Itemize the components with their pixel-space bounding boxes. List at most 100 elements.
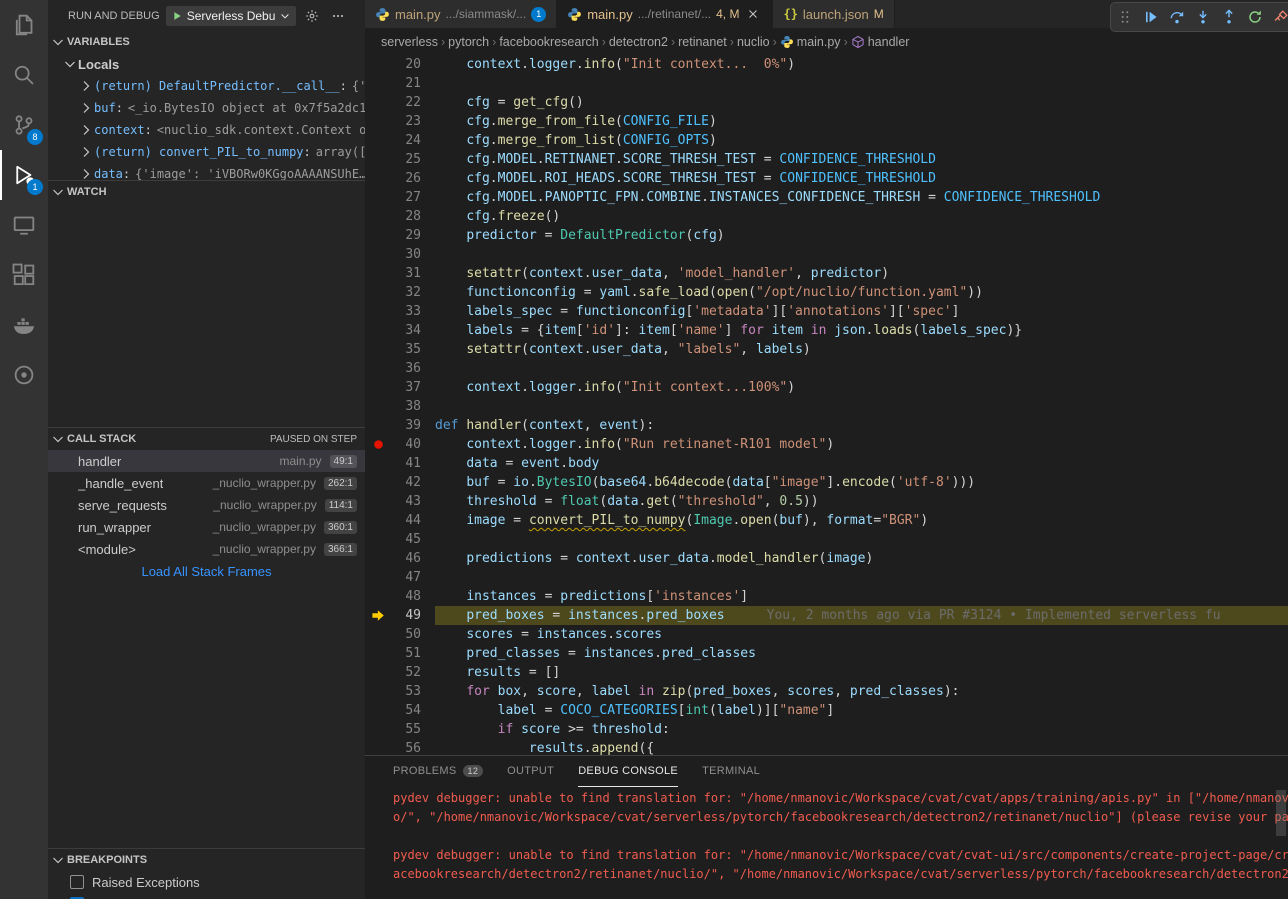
panel-tab-terminal[interactable]: TERMINAL (702, 756, 760, 787)
code-line-32[interactable]: 32 functionconfig = yaml.safe_load(open(… (365, 283, 1288, 302)
code-line-48[interactable]: 48 instances = predictions['instances'] (365, 587, 1288, 606)
activity-item-target[interactable] (0, 350, 48, 400)
gear-icon[interactable] (302, 6, 322, 26)
code-line-44[interactable]: 44 image = convert_PIL_to_numpy(Image.op… (365, 511, 1288, 530)
code-line-37[interactable]: 37 context.logger.info("Init context...1… (365, 378, 1288, 397)
code-line-47[interactable]: 47 (365, 568, 1288, 587)
variable-row[interactable]: data:{'image': 'iVBORw0KGgoAAAANSUhE… (48, 163, 365, 180)
editor-tab-launch-json[interactable]: {}launch.jsonM (773, 0, 894, 28)
panel-tab-output[interactable]: OUTPUT (507, 756, 554, 787)
code-line-51[interactable]: 51 pred_classes = instances.pred_classes (365, 644, 1288, 663)
activity-item-remote-explorer[interactable] (0, 200, 48, 250)
stack-frame[interactable]: handlermain.py49:1 (48, 450, 365, 472)
breadcrumb-item-facebookresearch[interactable]: facebookresearch (499, 35, 598, 49)
glyph-margin[interactable] (365, 682, 391, 701)
more-actions-icon[interactable] (328, 6, 348, 26)
variable-row[interactable]: context:<nuclio_sdk.context.Context obje… (48, 119, 365, 141)
glyph-margin[interactable] (365, 473, 391, 492)
glyph-margin[interactable] (365, 739, 391, 755)
glyph-margin[interactable] (365, 245, 391, 264)
variables-scope-locals[interactable]: Locals (48, 53, 365, 75)
continue-button[interactable] (1139, 5, 1163, 29)
code-line-39[interactable]: 39def handler(context, event): (365, 416, 1288, 435)
activity-item-docker[interactable] (0, 300, 48, 350)
step-over-button[interactable] (1165, 5, 1189, 29)
activity-item-extensions[interactable] (0, 250, 48, 300)
close-icon[interactable] (744, 5, 762, 23)
glyph-margin[interactable] (365, 188, 391, 207)
glyph-margin[interactable] (365, 720, 391, 739)
glyph-margin[interactable] (365, 150, 391, 169)
code-line-41[interactable]: 41 data = event.body (365, 454, 1288, 473)
activity-item-explorer[interactable] (0, 0, 48, 50)
breakpoint-row[interactable]: Raised Exceptions (48, 871, 365, 893)
variables-pane-header[interactable]: VARIABLES (48, 31, 365, 53)
checkbox[interactable] (70, 875, 84, 889)
glyph-margin[interactable] (365, 587, 391, 606)
code-line-30[interactable]: 30 (365, 245, 1288, 264)
editor-tab-main-py[interactable]: main.py.../retinanet/...4, M (557, 0, 773, 28)
code-line-49[interactable]: 49 pred_boxes = instances.pred_boxesYou,… (365, 606, 1288, 625)
glyph-margin[interactable] (365, 55, 391, 74)
glyph-margin[interactable] (365, 454, 391, 473)
code-line-56[interactable]: 56 results.append({ (365, 739, 1288, 755)
glyph-margin[interactable] (365, 644, 391, 663)
disconnect-button[interactable] (1269, 5, 1288, 29)
code-line-26[interactable]: 26 cfg.MODEL.ROI_HEADS.SCORE_THRESH_TEST… (365, 169, 1288, 188)
current-line-arrow-icon[interactable] (365, 606, 391, 625)
glyph-margin[interactable] (365, 397, 391, 416)
glyph-margin[interactable] (365, 226, 391, 245)
debug-config-dropdown[interactable]: Serverless Debu (166, 6, 297, 26)
glyph-margin[interactable] (365, 492, 391, 511)
activity-item-source-control[interactable]: 8 (0, 100, 48, 150)
scrollbar-thumb[interactable] (1276, 790, 1286, 836)
code-line-20[interactable]: 20 context.logger.info("Init context... … (365, 55, 1288, 74)
glyph-margin[interactable] (365, 93, 391, 112)
step-out-button[interactable] (1217, 5, 1241, 29)
code-line-29[interactable]: 29 predictor = DefaultPredictor(cfg) (365, 226, 1288, 245)
stack-frame[interactable]: _handle_event_nuclio_wrapper.py262:1 (48, 472, 365, 494)
code-line-46[interactable]: 46 predictions = context.user_data.model… (365, 549, 1288, 568)
glyph-margin[interactable] (365, 340, 391, 359)
code-line-50[interactable]: 50 scores = instances.scores (365, 625, 1288, 644)
code-line-27[interactable]: 27 cfg.MODEL.PANOPTIC_FPN.COMBINE.INSTAN… (365, 188, 1288, 207)
breadcrumb-item-pytorch[interactable]: pytorch (448, 35, 489, 49)
breakpoint-icon[interactable] (365, 435, 391, 454)
code-line-40[interactable]: 40 context.logger.info("Run retinanet-R1… (365, 435, 1288, 454)
glyph-margin[interactable] (365, 416, 391, 435)
breadcrumb-item-retinanet[interactable]: retinanet (678, 35, 727, 49)
panel-tab-debug-console[interactable]: DEBUG CONSOLE (578, 756, 678, 787)
code-line-28[interactable]: 28 cfg.freeze() (365, 207, 1288, 226)
glyph-margin[interactable] (365, 74, 391, 93)
glyph-margin[interactable] (365, 663, 391, 682)
glyph-margin[interactable] (365, 511, 391, 530)
variable-row[interactable]: (return) convert_PIL_to_numpy:array([[[ … (48, 141, 365, 163)
breadcrumb-item-detectron2[interactable]: detectron2 (609, 35, 668, 49)
glyph-margin[interactable] (365, 625, 391, 644)
variable-row[interactable]: (return) DefaultPredictor.__call__:{'ins… (48, 75, 365, 97)
glyph-margin[interactable] (365, 112, 391, 131)
restart-button[interactable] (1243, 5, 1267, 29)
breadcrumb-item-handler[interactable]: handler (851, 35, 910, 49)
glyph-margin[interactable] (365, 207, 391, 226)
call-stack-pane-header[interactable]: CALL STACK PAUSED ON STEP (48, 428, 365, 450)
activity-item-search[interactable] (0, 50, 48, 100)
glyph-margin[interactable] (365, 302, 391, 321)
code-line-22[interactable]: 22 cfg = get_cfg() (365, 93, 1288, 112)
glyph-margin[interactable] (365, 264, 391, 283)
code-line-23[interactable]: 23 cfg.merge_from_file(CONFIG_FILE) (365, 112, 1288, 131)
code-line-38[interactable]: 38 (365, 397, 1288, 416)
glyph-margin[interactable] (365, 283, 391, 302)
code-line-33[interactable]: 33 labels_spec = functionconfig['metadat… (365, 302, 1288, 321)
code-line-34[interactable]: 34 labels = {item['id']: item['name'] fo… (365, 321, 1288, 340)
code-editor[interactable]: 20 context.logger.info("Init context... … (365, 55, 1288, 755)
code-line-54[interactable]: 54 label = COCO_CATEGORIES[int(label)]["… (365, 701, 1288, 720)
code-line-53[interactable]: 53 for box, score, label in zip(pred_box… (365, 682, 1288, 701)
glyph-margin[interactable] (365, 530, 391, 549)
code-line-25[interactable]: 25 cfg.MODEL.RETINANET.SCORE_THRESH_TEST… (365, 150, 1288, 169)
code-line-31[interactable]: 31 setattr(context.user_data, 'model_han… (365, 264, 1288, 283)
code-line-36[interactable]: 36 (365, 359, 1288, 378)
glyph-margin[interactable] (365, 568, 391, 587)
glyph-margin[interactable] (365, 701, 391, 720)
breakpoints-pane-header[interactable]: BREAKPOINTS (48, 849, 365, 871)
